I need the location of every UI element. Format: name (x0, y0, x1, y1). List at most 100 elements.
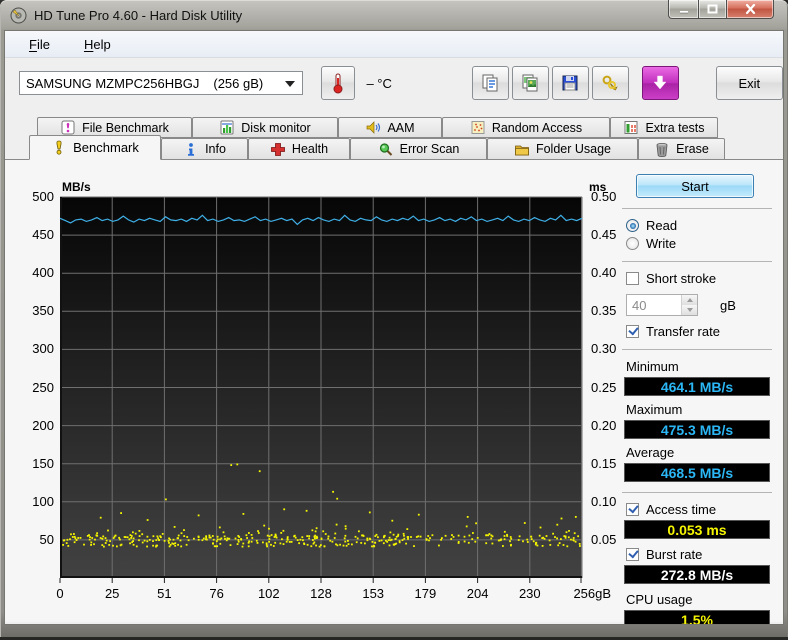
close-button[interactable] (727, 0, 774, 19)
size-unit: gB (720, 297, 736, 313)
tick-label: 204 (466, 586, 489, 601)
copy-text-icon (482, 74, 498, 92)
tick-label: 200 (32, 417, 54, 433)
tab-health[interactable]: Health (248, 138, 350, 160)
short-stroke-checkbox[interactable] (626, 272, 639, 285)
short-stroke-size: 40 gB (626, 294, 772, 316)
minimum-label: Minimum (626, 359, 679, 374)
tick-label: 179 (414, 586, 437, 601)
app-window: HD Tune Pro 4.60 - Hard Disk Utility Fil… (0, 0, 788, 640)
average-label: Average (626, 445, 675, 460)
tick-label: 450 (32, 227, 54, 243)
file-benchmark-icon (61, 120, 75, 135)
spin-up-button[interactable] (682, 295, 697, 305)
menu-help[interactable]: Help (74, 35, 121, 54)
info-icon (188, 142, 195, 156)
temperature-value: – °C (366, 75, 392, 91)
trash-icon (656, 142, 668, 157)
average-value-box: 468.5 MB/s (624, 463, 770, 482)
thermometer-icon (333, 73, 343, 94)
folder-icon (515, 145, 529, 155)
tick-label: 400 (32, 265, 54, 281)
keys-icon (602, 75, 618, 91)
benchmark-exclamation-icon (56, 140, 62, 155)
read-radio[interactable] (626, 219, 639, 232)
drive-size: (256 gB) (213, 75, 264, 91)
copy-image-button[interactable] (511, 66, 549, 100)
temperature-button[interactable] (320, 66, 356, 100)
minimum-value-box: 464.1 MB/s (624, 377, 770, 396)
update-button[interactable] (641, 66, 679, 100)
start-button[interactable]: Start (636, 174, 754, 198)
divider (622, 261, 772, 262)
exit-button[interactable]: Exit (715, 66, 783, 100)
tab-disk-monitor[interactable]: Disk monitor (192, 117, 338, 138)
divider (622, 492, 772, 493)
tick-label: 150 (32, 455, 54, 471)
random-access-icon (471, 121, 485, 134)
tick-label: 0 (56, 586, 64, 601)
read-option[interactable]: Read (626, 218, 772, 233)
tick-label: 50 (39, 531, 54, 547)
disk-monitor-icon (220, 120, 234, 135)
tab-aam[interactable]: AAM (338, 117, 442, 138)
tick-label: 51 (157, 586, 172, 601)
spin-down-button[interactable] (682, 305, 697, 315)
tab-benchmark[interactable]: Benchmark (29, 135, 161, 160)
benchmark-chart: MB/s ms 500 450 400 350 300 250 200 150 100 50 0.5… (32, 180, 616, 601)
tab-erase[interactable]: Erase (638, 138, 725, 160)
left-axis-unit: MB/s (62, 180, 91, 194)
access-time-checkbox[interactable] (626, 503, 639, 516)
health-cross-icon (271, 142, 285, 156)
drive-select-dropdown[interactable]: SAMSUNG MZMPC256HBGJ (256 gB) (19, 71, 303, 95)
save-button[interactable] (551, 66, 589, 100)
benchmark-page: MB/s ms 500 450 400 350 300 250 200 150 100 50 0.5… (5, 159, 783, 624)
burst-rate-checkbox[interactable] (626, 548, 639, 561)
tick-label: 230 (518, 586, 541, 601)
size-spinner[interactable]: 40 (626, 294, 698, 316)
benchmark-controls: Start Read Write Short stroke 40 gB Tran… (622, 174, 772, 624)
maximum-value-box: 475.3 MB/s (624, 420, 770, 439)
maximize-button[interactable] (698, 0, 727, 19)
access-time-value-box: 0.053 ms (624, 520, 770, 539)
title-bar: HD Tune Pro 4.60 - Hard Disk Utility (0, 0, 788, 30)
tick-label: 300 (32, 341, 54, 357)
tab-folder-usage[interactable]: Folder Usage (487, 138, 638, 160)
divider (622, 208, 772, 209)
plot-area (59, 196, 583, 583)
access-time-option[interactable]: Access time (626, 502, 772, 517)
menu-file[interactable]: File (19, 35, 60, 54)
write-radio[interactable] (626, 237, 639, 250)
transfer-rate-checkbox[interactable] (626, 325, 639, 338)
tick-label: 500 (32, 189, 54, 204)
burst-rate-value-box: 272.8 MB/s (624, 565, 770, 584)
tab-strip: File Benchmark Disk monitor AAM Random A… (5, 108, 783, 160)
tick-label: 350 (32, 303, 54, 319)
tab-info[interactable]: Info (161, 138, 248, 160)
options-button[interactable] (591, 66, 629, 100)
menu-bar: File Help (5, 31, 783, 58)
divider (622, 349, 772, 350)
toolbar: SAMSUNG MZMPC256HBGJ (256 gB) – °C Exit (5, 58, 783, 108)
copy-image-icon (522, 74, 538, 92)
minimize-button[interactable] (668, 0, 698, 19)
tab-extra-tests[interactable]: Extra tests (610, 117, 718, 138)
cpu-usage-value-box: 1.5% (624, 610, 770, 624)
tab-row-bottom: Benchmark Info Health Error Scan Folder … (29, 135, 783, 160)
short-stroke-option[interactable]: Short stroke (626, 271, 772, 286)
tick-label: 100 (32, 493, 54, 509)
tick-label: 128 (310, 586, 332, 601)
tab-error-scan[interactable]: Error Scan (350, 138, 487, 160)
tick-label: 250 (32, 379, 54, 395)
speaker-icon (367, 121, 381, 134)
transfer-rate-option[interactable]: Transfer rate (626, 324, 772, 339)
burst-rate-option[interactable]: Burst rate (626, 547, 772, 562)
extra-tests-icon (624, 121, 638, 134)
write-option[interactable]: Write (626, 236, 772, 251)
copy-text-button[interactable] (471, 66, 509, 100)
tick-label: 153 (362, 586, 385, 601)
tab-random-access[interactable]: Random Access (442, 117, 610, 138)
drive-model: SAMSUNG MZMPC256HBGJ (26, 75, 200, 91)
download-arrow-icon (653, 75, 667, 90)
app-icon (10, 7, 27, 23)
